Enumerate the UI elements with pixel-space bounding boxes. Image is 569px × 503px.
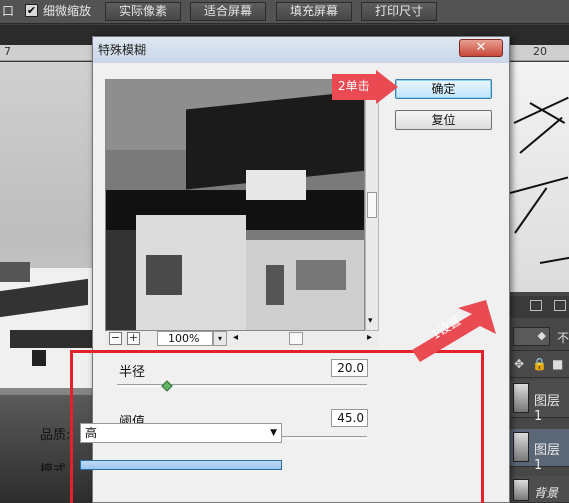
layer-name: 图层 1: [534, 443, 561, 473]
reset-button[interactable]: 复位: [395, 110, 492, 130]
close-button[interactable]: ✕: [459, 39, 503, 57]
scroll-down-icon[interactable]: ▾: [368, 316, 373, 326]
preview-window: [296, 260, 346, 290]
image-icon[interactable]: [530, 300, 542, 311]
zoom-level: 100%: [157, 331, 213, 346]
layer-thumbnail: [513, 432, 529, 462]
layer-row[interactable]: 图层 1: [510, 380, 569, 424]
zoom-dropdown-icon[interactable]: ▾: [213, 331, 227, 346]
preview-shadow: [106, 230, 136, 330]
preview-window: [266, 265, 284, 305]
highlight-box: [70, 350, 484, 503]
preview-vertical-scrollbar[interactable]: ▾: [365, 79, 379, 331]
layers-panel-toolbar: [510, 296, 569, 318]
quality-label: 品质:: [40, 428, 71, 443]
options-bar: 口 ✔ 细微缩放 实际像素 适合屏幕 填充屏幕 打印尺寸: [0, 0, 569, 24]
photo-branch: [510, 176, 569, 194]
photo-branch: [519, 116, 563, 154]
ruler-number: 7: [4, 45, 11, 58]
lock-position-icon[interactable]: ✥: [514, 357, 524, 371]
filter-preview[interactable]: [105, 79, 365, 331]
filter-icon[interactable]: [554, 300, 566, 311]
photo-window: [32, 350, 46, 366]
zoom-in-button[interactable]: +: [127, 332, 140, 345]
step2-label: 2单击: [338, 79, 370, 93]
layer-thumbnail: [513, 479, 529, 501]
dialog-title-bar[interactable]: 特殊模糊 ✕: [93, 37, 509, 63]
lock-all-icon[interactable]: ■: [552, 357, 563, 371]
preview-highlight: [246, 170, 306, 200]
ruler-number: 20: [533, 45, 547, 58]
zoom-out-button[interactable]: −: [109, 332, 122, 345]
horizontal-scroll-thumb[interactable]: [289, 332, 303, 345]
scrubby-zoom-label: 细微缩放: [43, 4, 92, 18]
partial-option-label: 口: [2, 4, 15, 18]
layer-row-background[interactable]: 背景: [510, 476, 569, 503]
fit-screen-button[interactable]: 适合屏幕: [190, 2, 266, 21]
layer-name: 背景: [534, 486, 559, 500]
blend-mode-select[interactable]: ◆: [513, 327, 550, 346]
photo-branch: [539, 256, 569, 264]
scrubby-zoom-checkbox[interactable]: ✔: [25, 4, 38, 17]
ok-button[interactable]: 确定: [395, 79, 492, 99]
canvas-photo-right: [510, 62, 569, 292]
lock-row: ✥ 🔒 ■: [510, 350, 569, 378]
scroll-left-icon[interactable]: ◂: [233, 332, 238, 343]
lock-icon[interactable]: 🔒: [532, 357, 547, 371]
opacity-label: 不: [557, 331, 569, 345]
dialog-title: 特殊模糊: [98, 43, 147, 57]
scroll-thumb[interactable]: [367, 192, 377, 218]
actual-pixels-button[interactable]: 实际像素: [105, 2, 181, 21]
layer-name: 图层 1: [534, 394, 561, 424]
photo-branch: [514, 187, 548, 234]
layer-thumbnail: [513, 383, 529, 413]
print-size-button[interactable]: 打印尺寸: [361, 2, 437, 21]
layer-row-selected[interactable]: 图层 1: [510, 429, 569, 473]
photo-roof: [0, 262, 30, 282]
scroll-right-icon[interactable]: ▸: [367, 332, 372, 343]
photo-roof: [10, 330, 92, 348]
fill-screen-button[interactable]: 填充屏幕: [276, 2, 352, 21]
zoom-row: − + 100% ▾ ◂ ▸: [105, 331, 379, 347]
mode-label: 模式: [40, 463, 67, 471]
preview-window: [146, 255, 182, 295]
